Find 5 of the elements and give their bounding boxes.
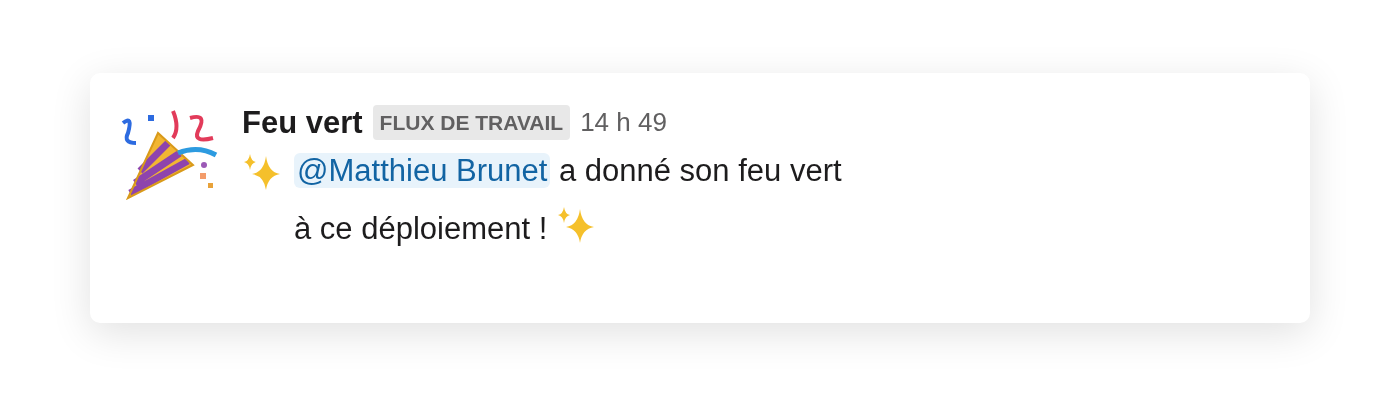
user-mention-link[interactable]: @Matthieu Brunet bbox=[294, 153, 551, 188]
message-text: @Matthieu Brunet a donné son feu vert à ce déploiement ! bbox=[294, 152, 842, 248]
sender-name: Feu vert bbox=[242, 103, 363, 142]
message-time: 14 h 49 bbox=[580, 106, 667, 139]
workflow-tag: FLUX DE TRAVAIL bbox=[372, 104, 571, 141]
